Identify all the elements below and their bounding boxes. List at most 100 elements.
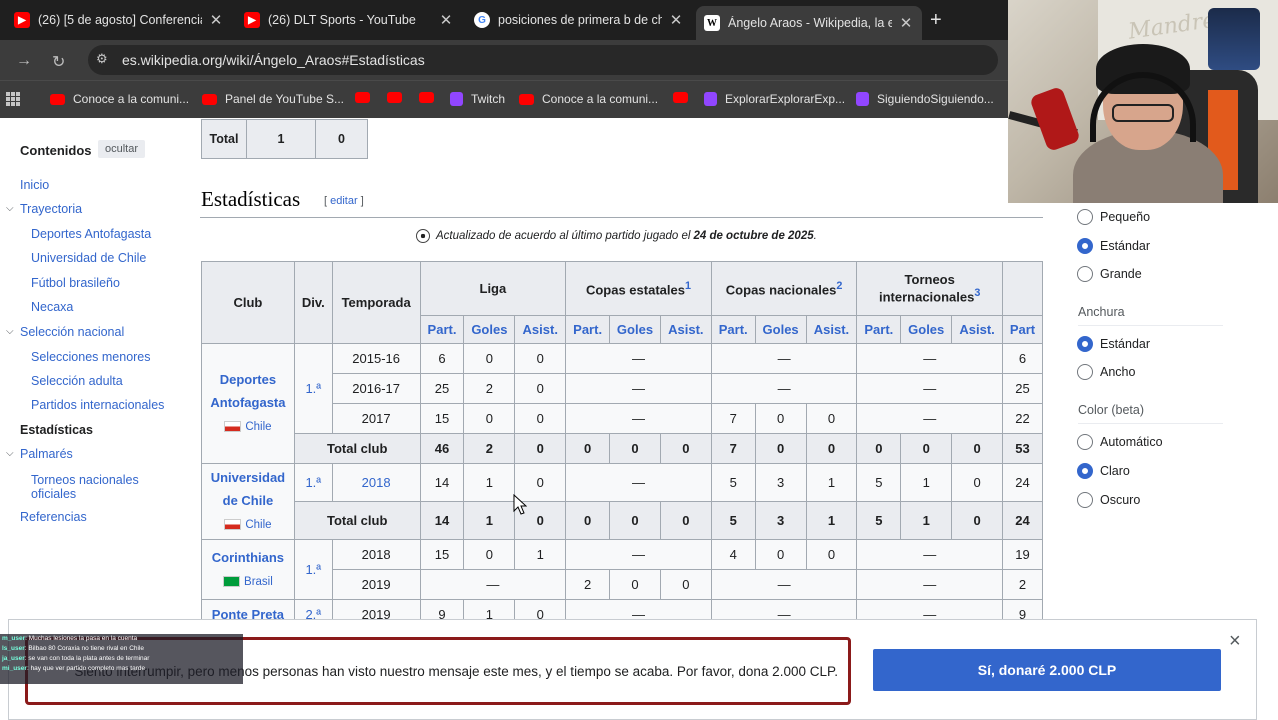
bookmark[interactable]: ExplorarExplorarExp... — [704, 92, 845, 106]
season-link[interactable]: 2018 — [331, 463, 421, 502]
toc-item[interactable]: Referencias — [20, 510, 87, 524]
radio-icon[interactable] — [1077, 209, 1093, 225]
division[interactable]: 1.ª — [293, 539, 333, 600]
bookmark[interactable] — [419, 92, 442, 103]
toc-item[interactable]: Selección nacional — [20, 325, 124, 339]
radio-width-standard[interactable]: Estándar — [1077, 336, 1150, 352]
radio-text-small[interactable]: Pequeño — [1077, 209, 1150, 225]
toc-hide-button[interactable]: ocultar — [98, 140, 146, 158]
bookmark[interactable]: Panel de YouTube S... — [202, 92, 344, 106]
bookmark[interactable] — [355, 92, 378, 103]
radio-color-auto[interactable]: Automático — [1077, 434, 1163, 450]
toc-item[interactable]: Selecciones menores — [31, 350, 151, 364]
chat-message: mi_user: hay que ver partido completo ma… — [2, 665, 146, 672]
edit-link[interactable]: [ editar ] — [324, 195, 364, 207]
toc-item[interactable]: Palmarés — [20, 447, 73, 461]
country-link[interactable]: Chile — [245, 421, 271, 433]
donate-button[interactable]: Sí, donaré 2.000 CLP — [873, 649, 1221, 691]
forward-icon[interactable]: → — [16, 52, 32, 70]
radio-icon[interactable] — [1077, 434, 1093, 450]
bookmark[interactable] — [673, 92, 696, 103]
country[interactable]: Brasil — [223, 576, 273, 588]
address-bar[interactable]: ⚙ es.wikipedia.org/wiki/Ángelo_Araos#Est… — [88, 45, 998, 75]
country-link[interactable]: Chile — [245, 519, 271, 531]
bookmark[interactable] — [387, 92, 410, 103]
subcol-part[interactable]: Part — [1002, 315, 1043, 344]
radio-icon[interactable] — [1077, 266, 1093, 282]
season: 2019 — [331, 569, 421, 600]
reload-icon[interactable]: ↻ — [52, 52, 65, 72]
close-tab-icon[interactable]: ✕ — [668, 11, 684, 29]
radio-text-standard[interactable]: Estándar — [1077, 238, 1150, 254]
close-tab-icon[interactable]: ✕ — [898, 14, 914, 32]
new-tab-icon[interactable]: + — [930, 9, 942, 32]
subcol-goals[interactable]: Goles — [754, 315, 807, 344]
toc-item[interactable]: Torneos nacionales oficiales — [31, 473, 161, 502]
chevron-down-icon[interactable]: ⌵ — [6, 326, 14, 337]
toc-item[interactable]: Universidad de Chile — [31, 251, 146, 265]
bookmark[interactable]: Conoce a la comuni... — [519, 92, 658, 106]
club-link[interactable]: Ponte Preta — [212, 607, 284, 619]
edit-label[interactable]: editar — [330, 195, 358, 207]
bookmark[interactable]: Twitch — [450, 92, 505, 106]
subcol-part[interactable]: Part. — [856, 315, 902, 344]
radio-selected-icon[interactable] — [1077, 336, 1093, 352]
radio-width-wide[interactable]: Ancho — [1077, 364, 1135, 380]
division[interactable]: 1.ª — [293, 463, 333, 502]
footnote-ref[interactable]: 1 — [685, 280, 691, 292]
subcol-part[interactable]: Part. — [710, 315, 756, 344]
toc-item[interactable]: Trayectoria — [20, 202, 82, 216]
radio-text-large[interactable]: Grande — [1077, 266, 1142, 282]
division[interactable]: 1.ª — [293, 343, 333, 434]
bookmark[interactable]: Conoce a la comuni... — [50, 92, 189, 106]
subcol-goals[interactable]: Goles — [609, 315, 661, 344]
subcol-assists[interactable]: Asist. — [514, 315, 567, 344]
subcol-assists[interactable]: Asist. — [951, 315, 1003, 344]
chevron-down-icon[interactable]: ⌵ — [6, 448, 14, 459]
browser-tab[interactable]: G posiciones de primera b de chi ✕ — [466, 6, 692, 34]
browser-tab[interactable]: ▶ (26) [5 de agosto] Conferencia ✕ — [6, 6, 232, 34]
radio-selected-icon[interactable] — [1077, 238, 1093, 254]
toc-item[interactable]: Fútbol brasileño — [31, 276, 120, 290]
browser-tab-active[interactable]: W Ángelo Araos - Wikipedia, la en ✕ — [696, 6, 922, 40]
toc-item[interactable]: Necaxa — [31, 300, 73, 314]
footnote-ref[interactable]: 2 — [836, 280, 842, 292]
toc-item[interactable]: Partidos internacionales — [31, 398, 164, 412]
subcol-goals[interactable]: Goles — [463, 315, 516, 344]
cell: 0 — [805, 539, 858, 570]
radio-color-dark[interactable]: Oscuro — [1077, 492, 1140, 508]
apps-grid-icon[interactable] — [6, 92, 20, 106]
toc-item[interactable]: Inicio — [20, 178, 49, 192]
browser-tab[interactable]: ▶ (26) DLT Sports - YouTube ✕ — [236, 6, 462, 34]
cell: 9 — [1002, 599, 1043, 619]
footnote-ref[interactable]: 3 — [974, 287, 980, 299]
close-tab-icon[interactable]: ✕ — [208, 11, 224, 29]
radio-color-light[interactable]: Claro — [1077, 463, 1130, 479]
toc-item-current[interactable]: Estadísticas — [20, 423, 93, 437]
radio-icon[interactable] — [1077, 492, 1093, 508]
close-tab-icon[interactable]: ✕ — [438, 11, 454, 29]
country[interactable]: Chile — [224, 519, 272, 531]
division[interactable]: 2.ª — [293, 599, 333, 619]
youtube-icon: ▶ — [244, 12, 260, 28]
toc-item[interactable]: Selección adulta — [31, 374, 123, 388]
subcol-assists[interactable]: Asist. — [805, 315, 858, 344]
close-icon[interactable]: × — [1229, 630, 1241, 653]
youtube-icon — [387, 92, 402, 103]
subcol-goals[interactable]: Goles — [900, 315, 953, 344]
radio-icon[interactable] — [1077, 364, 1093, 380]
country-link[interactable]: Brasil — [244, 576, 273, 588]
subcol-part[interactable]: Part. — [419, 315, 465, 344]
youtube-icon — [50, 93, 65, 105]
subcol-assists[interactable]: Asist. — [659, 315, 712, 344]
club-link[interactable]: Deportes Antofagasta — [210, 372, 285, 410]
club-link[interactable]: Universidad de Chile — [211, 470, 285, 508]
club-link[interactable]: Corinthians — [212, 550, 284, 565]
radio-selected-icon[interactable] — [1077, 463, 1093, 479]
bookmark[interactable]: SiguiendoSiguiendo... — [856, 92, 994, 106]
toc-item[interactable]: Deportes Antofagasta — [31, 227, 151, 241]
subcol-part[interactable]: Part. — [565, 315, 611, 344]
country[interactable]: Chile — [224, 421, 272, 433]
chevron-down-icon[interactable]: ⌵ — [6, 203, 14, 214]
site-settings-icon[interactable]: ⚙ — [96, 51, 108, 67]
